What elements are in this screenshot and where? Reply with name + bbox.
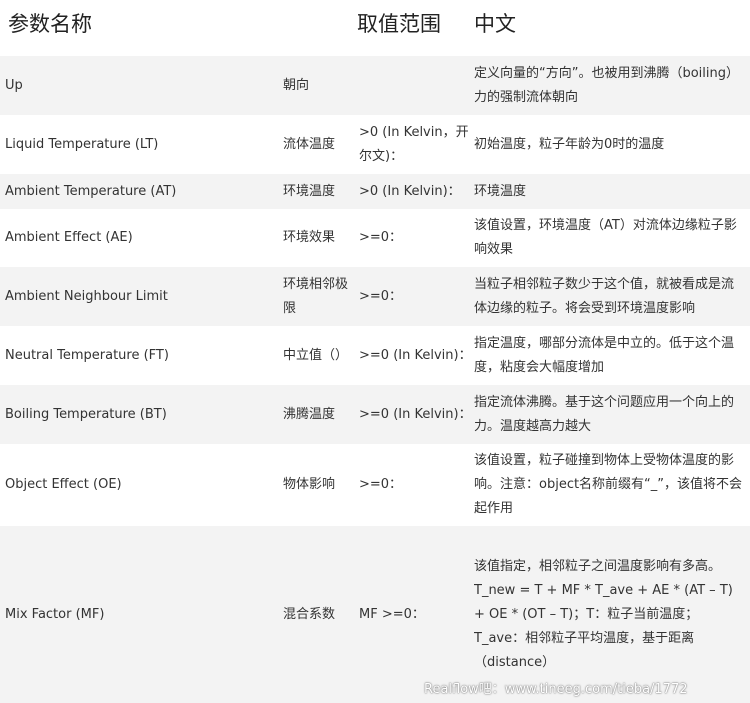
table-row: Ambient Effect (AE) 环境效果 >=0： 该值设置，环境温度（…: [0, 209, 750, 267]
cell-description: 指定流体沸腾。基于这个问题应用一个向上的力。温度越高力越大: [474, 385, 750, 444]
cell-param-name: Ambient Effect (AE): [0, 209, 283, 267]
table-row: Boiling Temperature (BT) 沸腾温度 >=0 (In Ke…: [0, 385, 750, 444]
table-header: 参数名称 取值范围 中文: [0, 0, 750, 56]
cell-description: 环境温度: [474, 174, 750, 209]
cell-description: 该值指定，相邻粒子之间温度影响有多高。T_new = T + MF * T_av…: [474, 526, 750, 703]
cell-description: 初始温度，粒子年龄为0时的温度: [474, 115, 750, 174]
cell-param-name: Ambient Neighbour Limit: [0, 267, 283, 326]
cell-param-name: Object Effect (OE): [0, 444, 283, 526]
cell-param-name: Liquid Temperature (LT): [0, 115, 283, 174]
cell-value-range: >0 (In Kelvin，开尔文)：: [359, 115, 474, 174]
cell-value-range: >=0：: [359, 267, 474, 326]
cell-value-range: MF >=0：: [359, 526, 474, 703]
cell-description: 当粒子相邻粒子数少于这个值，就被看成是流体边缘的粒子。将会受到环境温度影响: [474, 267, 750, 326]
cell-value-range: >=0：: [359, 209, 474, 267]
cell-chinese-name: 环境效果: [283, 209, 359, 267]
cell-chinese-name: 中立值（）: [283, 326, 359, 385]
cell-description: 该值设置，环境温度（AT）对流体边缘粒子影响效果: [474, 209, 750, 267]
header-param-name: 参数名称: [8, 12, 92, 36]
header-chinese: 中文: [474, 12, 516, 36]
table-row: Object Effect (OE) 物体影响 >=0： 该值设置，粒子碰撞到物…: [0, 444, 750, 526]
cell-description: 指定温度，哪部分流体是中立的。低于这个温度，粘度会大幅度增加: [474, 326, 750, 385]
cell-chinese-name: 环境温度: [283, 174, 359, 209]
cell-value-range: >=0：: [359, 444, 474, 526]
cell-chinese-name: 物体影响: [283, 444, 359, 526]
parameter-table: Up 朝向 定义向量的“方向”。也被用到沸腾（boiling）力的强制流体朝向 …: [0, 56, 750, 703]
cell-chinese-name: 朝向: [283, 56, 359, 115]
cell-chinese-name: 流体温度: [283, 115, 359, 174]
cell-param-name: Ambient Temperature (AT): [0, 174, 283, 209]
table-row: Ambient Temperature (AT) 环境温度 >0 (In Kel…: [0, 174, 750, 209]
cell-value-range: >0 (In Kelvin)：: [359, 174, 474, 209]
table-row: Ambient Neighbour Limit 环境相邻极限 >=0： 当粒子相…: [0, 267, 750, 326]
cell-param-name: Mix Factor (MF): [0, 526, 283, 703]
cell-description: 定义向量的“方向”。也被用到沸腾（boiling）力的强制流体朝向: [474, 56, 750, 115]
table-row: Liquid Temperature (LT) 流体温度 >0 (In Kelv…: [0, 115, 750, 174]
table-row: Mix Factor (MF) 混合系数 MF >=0： 该值指定，相邻粒子之间…: [0, 526, 750, 703]
cell-value-range: >=0 (In Kelvin)：: [359, 385, 474, 444]
cell-chinese-name: 环境相邻极限: [283, 267, 359, 326]
table-row: Neutral Temperature (FT) 中立值（） >=0 (In K…: [0, 326, 750, 385]
table-row: Up 朝向 定义向量的“方向”。也被用到沸腾（boiling）力的强制流体朝向: [0, 56, 750, 115]
cell-description: 该值设置，粒子碰撞到物体上受物体温度的影响。注意：object名称前缀有“_”，…: [474, 444, 750, 526]
header-value-range: 取值范围: [357, 12, 441, 36]
cell-value-range: [359, 56, 474, 115]
cell-param-name: Up: [0, 56, 283, 115]
cell-value-range: >=0 (In Kelvin)：: [359, 326, 474, 385]
cell-param-name: Neutral Temperature (FT): [0, 326, 283, 385]
cell-chinese-name: 沸腾温度: [283, 385, 359, 444]
cell-param-name: Boiling Temperature (BT): [0, 385, 283, 444]
cell-chinese-name: 混合系数: [283, 526, 359, 703]
watermark: Realflow吧：www.tineeg.com/tieba/1772: [424, 682, 688, 697]
